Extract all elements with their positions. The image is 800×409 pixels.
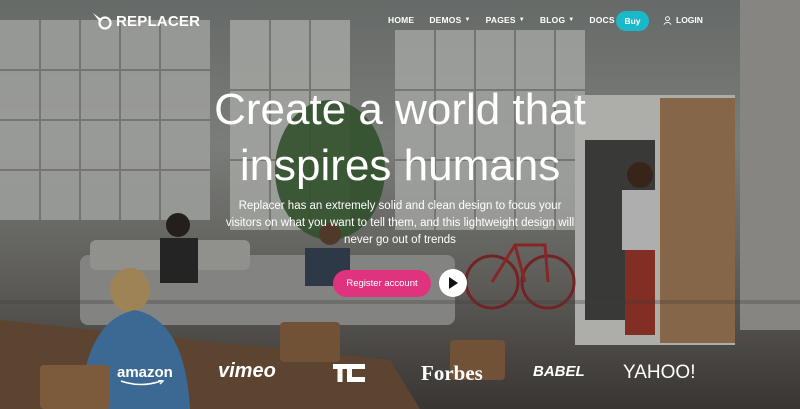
- top-navbar: REPLACER HOME DEMOS ▼ PAGES ▼ BLOG ▼ DOC…: [0, 0, 800, 42]
- nav-item-pages[interactable]: PAGES ▼: [486, 15, 525, 25]
- hero-title: Create a world that inspires humans: [0, 82, 800, 194]
- nav-item-demos[interactable]: DEMOS ▼: [429, 15, 470, 25]
- main-menu: HOME DEMOS ▼ PAGES ▼ BLOG ▼ DOCS ▼: [388, 15, 639, 25]
- nav-item-blog[interactable]: BLOG ▼: [540, 15, 575, 25]
- amazon-logo-text: amazon: [117, 364, 173, 381]
- brand-logo[interactable]: REPLACER: [92, 12, 200, 30]
- nav-item-label: DOCS: [589, 15, 615, 25]
- amazon-smile-icon: [120, 380, 165, 386]
- nav-item-label: DEMOS: [429, 15, 462, 25]
- techcrunch-mark-icon: [333, 364, 365, 382]
- register-account-button[interactable]: Register account: [333, 270, 431, 297]
- nav-item-label: HOME: [388, 15, 415, 25]
- brand-name: REPLACER: [116, 12, 201, 30]
- chevron-down-icon: ▼: [464, 17, 471, 23]
- chevron-down-icon: ▼: [518, 17, 525, 23]
- nav-item-label: PAGES: [485, 15, 516, 25]
- vimeo-logo: vimeo: [218, 360, 276, 382]
- login-label: LOGIN: [676, 15, 703, 25]
- babel-logo: BABEL: [533, 363, 585, 380]
- play-video-button[interactable]: [439, 269, 467, 297]
- bird-logo-icon: [93, 13, 112, 30]
- hero-title-line-1: Create a world that: [214, 85, 586, 134]
- nav-item-label: BLOG: [539, 15, 566, 25]
- nav-item-home[interactable]: HOME: [388, 15, 414, 25]
- hero-subtitle: Replacer has an extremely solid and clea…: [225, 200, 575, 246]
- forbes-logo: Forbes: [421, 361, 483, 385]
- techcrunch-logo: [333, 364, 365, 387]
- yahoo-logo: YAHOO!: [623, 362, 696, 383]
- login-link[interactable]: LOGIN: [663, 15, 703, 25]
- chevron-down-icon: ▼: [568, 17, 575, 23]
- hero-section: REPLACER HOME DEMOS ▼ PAGES ▼ BLOG ▼ DOC…: [0, 0, 800, 409]
- amazon-logo: amazon: [117, 364, 173, 386]
- play-icon: [449, 277, 458, 289]
- hero-title-line-2: inspires humans: [239, 141, 561, 190]
- buy-button[interactable]: Buy: [616, 11, 649, 31]
- user-icon: [663, 15, 672, 25]
